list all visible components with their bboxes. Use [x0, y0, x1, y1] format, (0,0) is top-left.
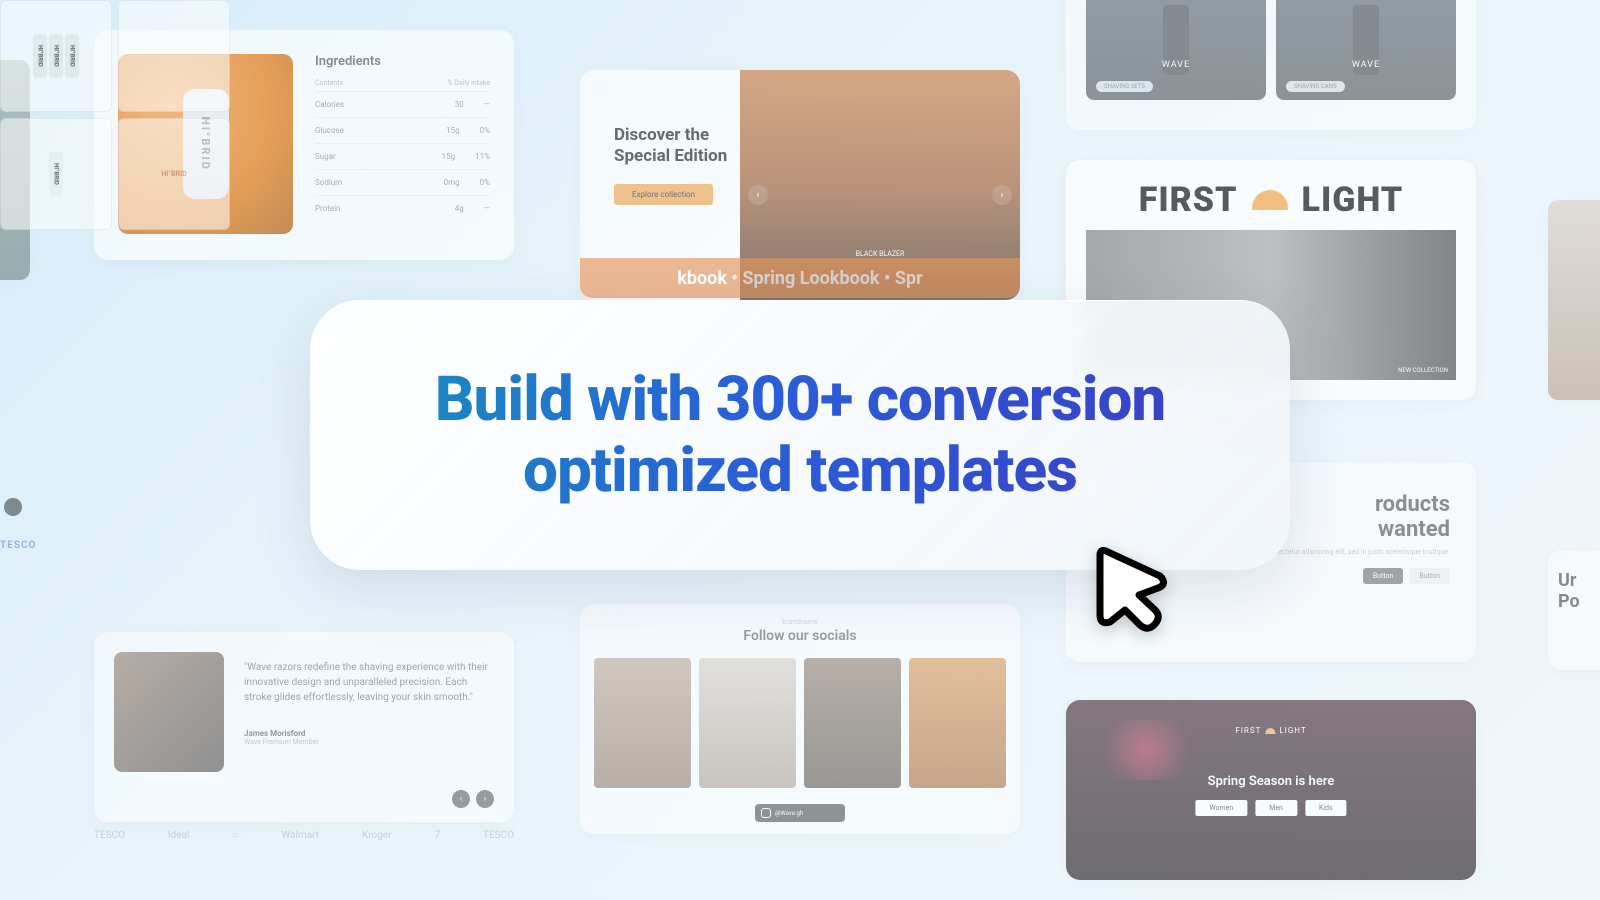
mini-can: HI°BRID [65, 34, 79, 78]
lookbook-ticker: kbook • Spring Lookbook • Spr [580, 258, 1020, 298]
prod-title-2: wanted [1378, 517, 1450, 542]
row-val: 30 [455, 100, 464, 109]
bg-card-right-text: Ur Po [1548, 550, 1600, 670]
explore-collection-button[interactable]: Explore collection [614, 184, 713, 205]
wave-brand: WAVE [1162, 60, 1190, 70]
new-collection-badge: NEW COLLECTION [1398, 367, 1448, 374]
social-photo [909, 658, 1006, 788]
testimonial-photo [114, 652, 224, 772]
sliver-text-2: Po [1558, 591, 1600, 612]
social-photo [594, 658, 691, 788]
logo-item: 7 [434, 830, 440, 841]
socials-brandname: brandname [594, 618, 1006, 626]
bg-card-right-photo [1548, 200, 1600, 400]
firstlight-word1: FIRST [1139, 180, 1238, 220]
instagram-icon [761, 808, 771, 818]
row-pct: — [484, 204, 490, 213]
testimonial-quote: "Wave razors redefine the shaving experi… [244, 660, 494, 705]
template-card-product-grid[interactable]: HI°BRID HI°BRID HI°BRID HI°BRID HI°BRID [0, 0, 230, 230]
logo-item: TESCO [94, 830, 125, 841]
headline-panel: Build with 300+ conversion optimized tem… [310, 300, 1290, 570]
grid-cell-lifestyle[interactable] [118, 0, 230, 112]
next-dot-icon[interactable]: › [476, 790, 494, 808]
discover-title: Discover the Special Edition [614, 125, 740, 168]
template-card-testimonial[interactable]: "Wave razors redefine the shaving experi… [94, 632, 514, 822]
logo-item: Kroger [362, 830, 392, 841]
row-pct: 11% [475, 152, 490, 161]
row-name: Sodium [315, 178, 342, 187]
mini-can: HI°BRID [33, 34, 47, 78]
col-daily: % Daily intake [447, 79, 490, 87]
grid-cell-box[interactable]: HI°BRID [118, 118, 230, 230]
spring-headline: Spring Season is here [1208, 774, 1335, 789]
prev-arrow-icon[interactable]: ‹ [748, 185, 768, 205]
category-button-kids[interactable]: Kids [1305, 800, 1347, 816]
sunrise-icon [1265, 728, 1275, 734]
prev-dot-icon[interactable]: ‹ [452, 790, 470, 808]
secondary-button[interactable]: Button [1409, 568, 1450, 584]
brand-logos-row: TESCO Ideal ○ Walmart Kroger 7 TESCO [94, 830, 514, 841]
logo-tesco-small: TESCO [0, 540, 36, 551]
grid-cell-orange[interactable]: HI°BRID [0, 118, 112, 230]
ingredients-table: Ingredients Contents % Daily intake Calo… [315, 54, 490, 236]
wave-pill-left: SHAVING SETS [1096, 81, 1153, 92]
col-contents: Contents [315, 79, 343, 87]
instagram-handle: @Wave.gh [775, 810, 803, 817]
row-pct: 0% [480, 126, 490, 135]
carousel-dot[interactable] [4, 498, 22, 516]
logo-word: FIRST [1235, 726, 1261, 735]
mini-can: HI°BRID [49, 152, 63, 196]
row-name: Protein [315, 204, 340, 213]
testimonial-role: Wave Premium Member [244, 738, 494, 746]
box-brand: HI°BRID [161, 170, 186, 178]
logo-item: Ideal [168, 830, 190, 841]
row-name: Calories [315, 100, 344, 109]
wave-pane-right: WAVE SHAVING CANS [1276, 0, 1456, 100]
logo-item: TESCO [483, 830, 514, 841]
row-name: Glucose [315, 126, 344, 135]
logo-item: Walmart [281, 830, 319, 841]
next-arrow-icon[interactable]: › [992, 185, 1012, 205]
socials-title: Follow our socials [594, 628, 1006, 644]
wave-pill-right: SHAVING CANS [1286, 81, 1345, 92]
sliver-text-1: Ur [1558, 570, 1600, 591]
primary-button[interactable]: Button [1363, 568, 1404, 584]
template-card-wave[interactable]: WAVE SHAVING SETS WAVE SHAVING CANS [1066, 0, 1476, 130]
testimonial-name: James Morisford [244, 729, 494, 738]
row-val: 15g [442, 152, 455, 161]
firstlight-logo-small: FIRST LIGHT [1235, 726, 1306, 735]
wave-brand: WAVE [1352, 60, 1380, 70]
row-pct: 0% [480, 178, 490, 187]
row-pct: — [484, 100, 490, 109]
wave-pane-left: WAVE SHAVING SETS [1086, 0, 1266, 100]
cursor-pointer-icon [1080, 540, 1180, 640]
category-button-men[interactable]: Men [1255, 800, 1297, 816]
instagram-chip[interactable]: @Wave.gh [755, 804, 845, 822]
glow-decor [1086, 720, 1206, 780]
firstlight-word2: LIGHT [1302, 180, 1404, 220]
sunrise-icon [1252, 190, 1288, 210]
prod-title-1: roducts [1375, 492, 1450, 517]
row-val: 4g [455, 204, 464, 213]
category-button-women[interactable]: Women [1195, 800, 1247, 816]
hero-caption: BLACK BLAZER [856, 250, 905, 258]
logo-word: LIGHT [1279, 726, 1306, 735]
headline-text: Build with 300+ conversion optimized tem… [310, 364, 1290, 507]
row-val: 0mg [444, 178, 460, 187]
template-card-socials[interactable]: brandname Follow our socials @Wave.gh [580, 604, 1020, 834]
template-card-spring-season[interactable]: FIRST LIGHT Spring Season is here Women … [1066, 700, 1476, 880]
logo-item: ○ [232, 830, 238, 841]
social-photo [804, 658, 901, 788]
row-name: Sugar [315, 152, 336, 161]
ingredients-title: Ingredients [315, 54, 490, 69]
row-val: 15g [446, 126, 459, 135]
grid-cell-cans[interactable]: HI°BRID HI°BRID HI°BRID [0, 0, 112, 112]
social-photo [699, 658, 796, 788]
mini-can: HI°BRID [49, 34, 63, 78]
